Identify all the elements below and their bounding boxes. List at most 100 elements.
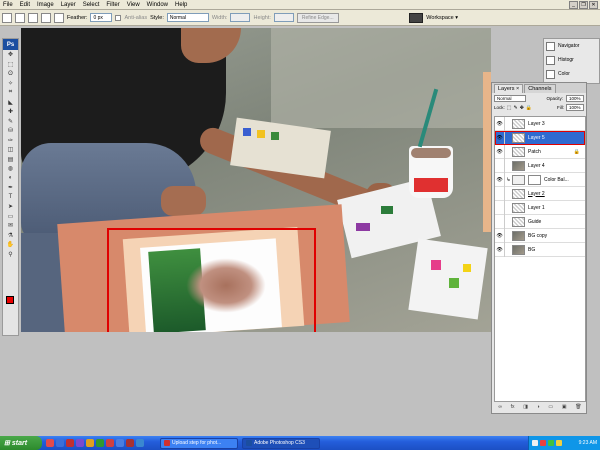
path-select-icon[interactable]: ➤: [3, 202, 18, 212]
start-button[interactable]: ⊞ start: [0, 436, 42, 450]
antialias-checkbox[interactable]: [115, 14, 122, 21]
visibility-eye-icon[interactable]: [495, 214, 505, 229]
quick-launch-icon[interactable]: [56, 439, 64, 447]
lock-all-icon[interactable]: 🔒: [526, 105, 532, 111]
document-canvas[interactable]: [21, 28, 491, 332]
link-icon[interactable]: ∞: [498, 404, 502, 410]
tray-icon[interactable]: [540, 440, 546, 446]
tab-layers[interactable]: Layers ×: [494, 84, 524, 93]
folder-icon[interactable]: ▭: [548, 404, 553, 410]
trash-icon[interactable]: 🗑: [575, 404, 581, 410]
quick-launch-icon[interactable]: [66, 439, 74, 447]
feather-input[interactable]: 0 px: [90, 13, 113, 22]
lasso-icon[interactable]: ʘ: [3, 69, 18, 79]
taskbar-window-button[interactable]: Adobe Photoshop CS3: [242, 437, 320, 449]
slice-icon[interactable]: ◣: [3, 98, 18, 108]
crop-icon[interactable]: ⌗: [3, 88, 18, 98]
menu-layer[interactable]: Layer: [61, 2, 76, 8]
navigator-tab[interactable]: Navigator: [544, 39, 599, 53]
quick-launch-icon[interactable]: [116, 439, 124, 447]
menu-filter[interactable]: Filter: [106, 2, 119, 8]
width-input[interactable]: [230, 13, 251, 22]
eraser-icon[interactable]: ◫: [3, 145, 18, 155]
layer-row[interactable]: 👁 BG: [495, 242, 585, 257]
close-icon[interactable]: ✕: [589, 1, 598, 9]
refine-edge-button[interactable]: Refine Edge...: [296, 12, 339, 23]
color-tab[interactable]: Color: [544, 67, 599, 81]
hand-icon[interactable]: ✋: [3, 240, 18, 250]
tool-preset-icon[interactable]: [2, 12, 12, 23]
new-layer-icon[interactable]: ▣: [562, 404, 567, 410]
mask-icon[interactable]: ◨: [523, 404, 528, 410]
height-input[interactable]: [273, 13, 294, 22]
foreground-color-swatch[interactable]: [6, 296, 14, 304]
tab-channels[interactable]: Channels: [524, 84, 556, 93]
photoshop-logo[interactable]: Ps: [3, 39, 18, 50]
blur-icon[interactable]: ◍: [3, 164, 18, 174]
type-icon[interactable]: T: [3, 193, 18, 203]
visibility-eye-icon[interactable]: 👁: [495, 228, 505, 243]
layer-row[interactable]: Layer 4: [495, 158, 585, 173]
visibility-eye-icon[interactable]: 👁: [495, 116, 505, 131]
layer-row[interactable]: 👁 Layer 5: [495, 130, 585, 145]
brush-icon[interactable]: ✎: [3, 117, 18, 127]
visibility-eye-icon[interactable]: 👁: [495, 130, 505, 145]
lock-transparency-icon[interactable]: ⬚: [507, 105, 512, 111]
healing-icon[interactable]: ✚: [3, 107, 18, 117]
eyedropper-icon[interactable]: ⚗: [3, 231, 18, 241]
layer-row[interactable]: Layer 1: [495, 200, 585, 215]
move-icon[interactable]: ✥: [3, 50, 18, 60]
menu-help[interactable]: Help: [175, 2, 187, 8]
opacity-input[interactable]: 100%: [566, 95, 584, 102]
notes-icon[interactable]: ✉: [3, 221, 18, 231]
taskbar-window-button[interactable]: Upload step for phot...: [160, 437, 238, 449]
menu-edit[interactable]: Edit: [20, 2, 30, 8]
layer-row[interactable]: Guide: [495, 214, 585, 229]
minimize-icon[interactable]: _: [569, 1, 578, 9]
fx-icon[interactable]: fx: [511, 404, 515, 410]
lock-pixels-icon[interactable]: ✎: [514, 105, 518, 111]
shape-icon[interactable]: ▭: [3, 212, 18, 222]
add-selection-icon[interactable]: [28, 12, 38, 23]
layer-row[interactable]: 👁 Layer 3: [495, 116, 585, 131]
tray-icon[interactable]: [556, 440, 562, 446]
style-select[interactable]: Normal: [166, 13, 209, 22]
layer-row[interactable]: Layer 2: [495, 186, 585, 201]
restore-icon[interactable]: ❐: [579, 1, 588, 9]
visibility-eye-icon[interactable]: 👁: [495, 144, 505, 159]
menu-image[interactable]: Image: [37, 2, 54, 8]
blend-mode-select[interactable]: Normal: [494, 95, 526, 102]
adjustment-icon[interactable]: ◑: [537, 404, 540, 410]
quick-launch-icon[interactable]: [96, 439, 104, 447]
fill-input[interactable]: 100%: [566, 104, 584, 111]
magic-wand-icon[interactable]: ✧: [3, 79, 18, 89]
tray-icon[interactable]: [532, 440, 538, 446]
quick-launch-icon[interactable]: [126, 439, 134, 447]
menu-select[interactable]: Select: [83, 2, 100, 8]
subtract-selection-icon[interactable]: [41, 12, 51, 23]
history-brush-icon[interactable]: ✑: [3, 136, 18, 146]
dodge-icon[interactable]: ◐: [3, 174, 18, 184]
workspace-button[interactable]: Workspace ▾: [409, 12, 458, 23]
layer-row[interactable]: 👁 ↳ Color Bal...: [495, 172, 585, 187]
lock-position-icon[interactable]: ✥: [520, 105, 524, 111]
quick-launch-icon[interactable]: [106, 439, 114, 447]
stamp-icon[interactable]: ⛁: [3, 126, 18, 136]
quick-launch-icon[interactable]: [136, 439, 144, 447]
quick-launch-icon[interactable]: [76, 439, 84, 447]
tray-icon[interactable]: [548, 440, 554, 446]
zoom-icon[interactable]: ⚲: [3, 250, 18, 260]
new-selection-icon[interactable]: [15, 12, 25, 23]
clock[interactable]: 9:23 AM: [579, 440, 597, 446]
gradient-icon[interactable]: ▤: [3, 155, 18, 165]
visibility-eye-icon[interactable]: [495, 200, 505, 215]
visibility-eye-icon[interactable]: 👁: [495, 242, 505, 257]
menu-file[interactable]: File: [3, 2, 13, 8]
menu-window[interactable]: Window: [147, 2, 168, 8]
visibility-eye-icon[interactable]: [495, 158, 505, 173]
quick-launch-icon[interactable]: [86, 439, 94, 447]
histogram-tab[interactable]: Histogr: [544, 53, 599, 67]
quick-launch-icon[interactable]: [46, 439, 54, 447]
visibility-eye-icon[interactable]: [495, 186, 505, 201]
intersect-selection-icon[interactable]: [54, 12, 64, 23]
